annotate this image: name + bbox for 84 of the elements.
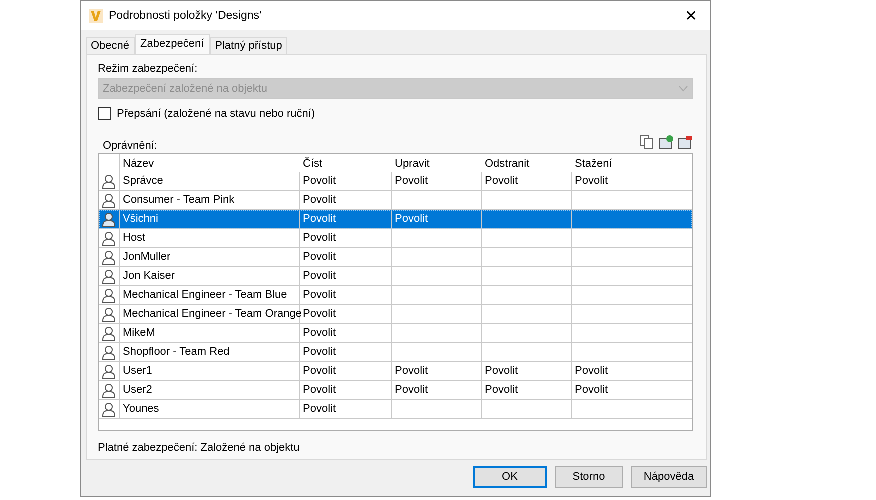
section-label: Oprávnění: [103, 140, 158, 152]
dialog-button[interactable]: OK [473, 466, 547, 488]
person-icon [102, 326, 116, 340]
column-header[interactable]: Název [120, 154, 300, 173]
table-cell: MikeM [120, 324, 300, 342]
person-icon [102, 402, 116, 416]
tab[interactable]: Zabezpečení [134, 34, 210, 54]
table-row[interactable]: MikeM Povolit [99, 324, 692, 343]
person-icon [102, 212, 116, 226]
table-cell: Shopfloor - Team Red [120, 343, 300, 361]
checkbox-label: Přepsání (založené na stavu nebo ruční) [117, 108, 316, 120]
table-cell: Mechanical Engineer - Team Orange [120, 305, 300, 323]
table-cell: Povolit [482, 362, 572, 380]
copy-icon[interactable] [640, 135, 655, 150]
table-cell: Povolit [300, 305, 392, 323]
person-icon [102, 344, 116, 360]
table-cell: Povolit [482, 381, 572, 399]
table-cell: Povolit [300, 343, 392, 361]
field-label: Režim zabezpečení: [98, 63, 199, 75]
app-logo-icon [89, 8, 103, 22]
table-cell: Všichni [120, 210, 300, 228]
table-cell: Povolit [300, 324, 392, 342]
dialog-button[interactable]: Storno [555, 466, 623, 488]
status-text: Platné zabezpečení: Založené na objektu [98, 442, 301, 454]
table-row[interactable]: User1 Povolit Povolit Povolit Povolit [99, 362, 692, 381]
table-row[interactable]: User2 Povolit Povolit Povolit Povolit [99, 381, 692, 400]
table-cell-text: Povolit [574, 383, 610, 398]
table-cell: Jon Kaiser [120, 267, 300, 285]
remove-icon[interactable] [678, 135, 693, 150]
table-row[interactable]: JonMuller Povolit [99, 248, 692, 267]
person-icon [102, 288, 116, 302]
person-icon [102, 230, 116, 246]
table-cell: Povolit [300, 267, 392, 285]
person-icon [102, 364, 116, 378]
table-cell: Povolit [392, 172, 482, 190]
column-header[interactable]: Číst [300, 154, 392, 173]
table-cell: Younes [120, 400, 300, 418]
table-cell: Host [120, 229, 300, 247]
table-cell: Povolit [300, 381, 392, 399]
table-row[interactable]: Mechanical Engineer - Team Blue Povolit [99, 286, 692, 305]
table-cell: Povolit [300, 400, 392, 418]
table-cell: JonMuller [120, 248, 300, 266]
tab[interactable]: Obecné [86, 37, 135, 54]
table-row[interactable]: Mechanical Engineer - Team OrangePovolit [99, 305, 692, 324]
table-cell: Správce [120, 172, 300, 190]
dialog-button[interactable]: Nápověda [631, 466, 707, 488]
table-cell: Povolit [300, 191, 392, 209]
table-cell: Povolit [392, 362, 482, 380]
table-cell: User1 [120, 362, 300, 380]
column-header[interactable]: Upravit [392, 154, 482, 173]
table-row[interactable]: Správce Povolit Povolit Povolit Povolit [99, 172, 692, 191]
column-header[interactable]: Stažení [572, 154, 692, 173]
table-cell: Povolit [392, 381, 482, 399]
table-cell-text: Povolit [574, 364, 610, 379]
add-icon[interactable] [659, 135, 674, 150]
table-cell: Povolit [482, 172, 572, 190]
person-icon [102, 268, 116, 284]
chevron-icon [679, 86, 688, 92]
table-cell: Povolit [300, 248, 392, 266]
checkbox[interactable] [98, 107, 111, 120]
table-cell: Povolit [300, 362, 392, 380]
table-row[interactable]: Jon Kaiser Povolit [99, 267, 692, 286]
column-header[interactable]: Odstranit [482, 154, 572, 173]
table-cell: User2 [120, 381, 300, 399]
person-icon [102, 174, 116, 188]
table-row[interactable]: Younes Povolit [99, 400, 692, 419]
table-cell: Consumer - Team Pink [120, 191, 300, 209]
tab[interactable]: Platný přístup [210, 37, 288, 54]
table-cell: Mechanical Engineer - Team Blue [120, 286, 300, 304]
table-cell: Povolit [300, 286, 392, 304]
table-cell: Povolit [300, 172, 392, 190]
table-cell: Povolit [300, 229, 392, 247]
person-icon [102, 192, 116, 208]
person-icon [102, 306, 116, 322]
table-cell: Povolit [300, 210, 392, 228]
window-title: Podrobnosti položky 'Designs' [109, 10, 263, 22]
table-row[interactable]: Host Povolit [99, 229, 692, 248]
close-button[interactable]: ✕ [679, 6, 704, 24]
table-cell-text: Povolit [574, 174, 610, 189]
person-icon [102, 250, 116, 264]
person-icon [102, 382, 116, 398]
table-row[interactable]: Všichni Povolit Povolit [99, 210, 692, 229]
table-row[interactable]: Shopfloor - Team Red Povolit [99, 343, 692, 362]
table-cell: Povolit [392, 210, 482, 228]
